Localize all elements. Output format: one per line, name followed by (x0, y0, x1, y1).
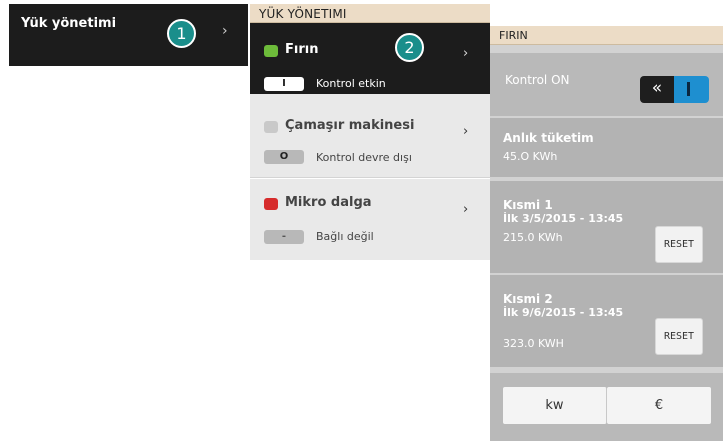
menu-title: Yük yönetimi (21, 16, 117, 31)
status-text: Kontrol devre dışı (316, 151, 412, 164)
double-chevron-left-icon: « (640, 76, 674, 103)
instant-title: Anlık tüketim (503, 131, 594, 145)
status-text: Kontrol etkin (316, 77, 386, 90)
panel-header: FIRIN (490, 26, 723, 45)
instant-value: 45.O KWh (503, 150, 558, 163)
status-indicator (264, 198, 278, 210)
status-chip: I (264, 77, 304, 91)
unit-euro-button[interactable]: € (607, 387, 711, 424)
partial-counter-2: Kısmi 2 İlk 9/6/2015 - 13:45 323.0 KWH R… (490, 275, 723, 367)
status-indicator (264, 121, 278, 133)
panel-header: YÜK YÖNETIMI (250, 4, 490, 23)
instant-consumption-section: Anlık tüketim 45.O KWh (490, 118, 723, 177)
toggle-on-indicator (674, 76, 709, 103)
menu-item-load-management[interactable]: Yük yönetimi › (9, 4, 248, 66)
device-item-firin[interactable]: Fırın › I Kontrol etkin (250, 23, 490, 94)
unit-selector: kw € (490, 373, 723, 441)
partial-date: İlk 3/5/2015 - 13:45 (503, 212, 624, 225)
status-chip: - (264, 230, 304, 244)
control-section: Kontrol ON « (490, 53, 723, 116)
partial-title: Kısmi 1 (503, 198, 553, 212)
on-bar-icon (687, 82, 690, 96)
status-chip: O (264, 150, 304, 164)
device-item-camasir-makinesi[interactable]: Çamaşır makinesi › O Kontrol devre dışı (250, 94, 490, 178)
device-name: Çamaşır makinesi (285, 118, 415, 133)
load-management-panel: YÜK YÖNETIMI Fırın › I Kontrol etkin Çam… (250, 4, 490, 260)
device-name: Fırın (285, 42, 319, 57)
chevron-right-icon: › (463, 124, 469, 139)
partial-title: Kısmi 2 (503, 292, 553, 306)
partial-value: 323.0 KWH (503, 337, 564, 350)
control-label: Kontrol ON (505, 73, 570, 87)
status-indicator (264, 45, 278, 57)
chevron-right-icon: › (463, 202, 469, 217)
chevron-right-icon: › (222, 23, 228, 39)
unit-kw-button[interactable]: kw (503, 387, 607, 424)
reset-button[interactable]: RESET (655, 318, 703, 355)
control-toggle[interactable]: « (640, 76, 709, 103)
chevron-right-icon: › (463, 46, 469, 61)
partial-value: 215.0 KWh (503, 231, 563, 244)
callout-badge-1: 1 (167, 19, 196, 48)
reset-button[interactable]: RESET (655, 226, 703, 263)
status-text: Bağlı değil (316, 230, 374, 243)
callout-badge-2: 2 (395, 33, 424, 62)
device-detail-panel: FIRIN Kontrol ON « Anlık tüketim 45.O KW… (490, 26, 723, 441)
device-item-mikro-dalga[interactable]: Mikro dalga › - Bağlı değil (250, 179, 490, 260)
partial-date: İlk 9/6/2015 - 13:45 (503, 306, 624, 319)
device-name: Mikro dalga (285, 195, 372, 210)
partial-counter-1: Kısmi 1 İlk 3/5/2015 - 13:45 215.0 KWh R… (490, 181, 723, 273)
